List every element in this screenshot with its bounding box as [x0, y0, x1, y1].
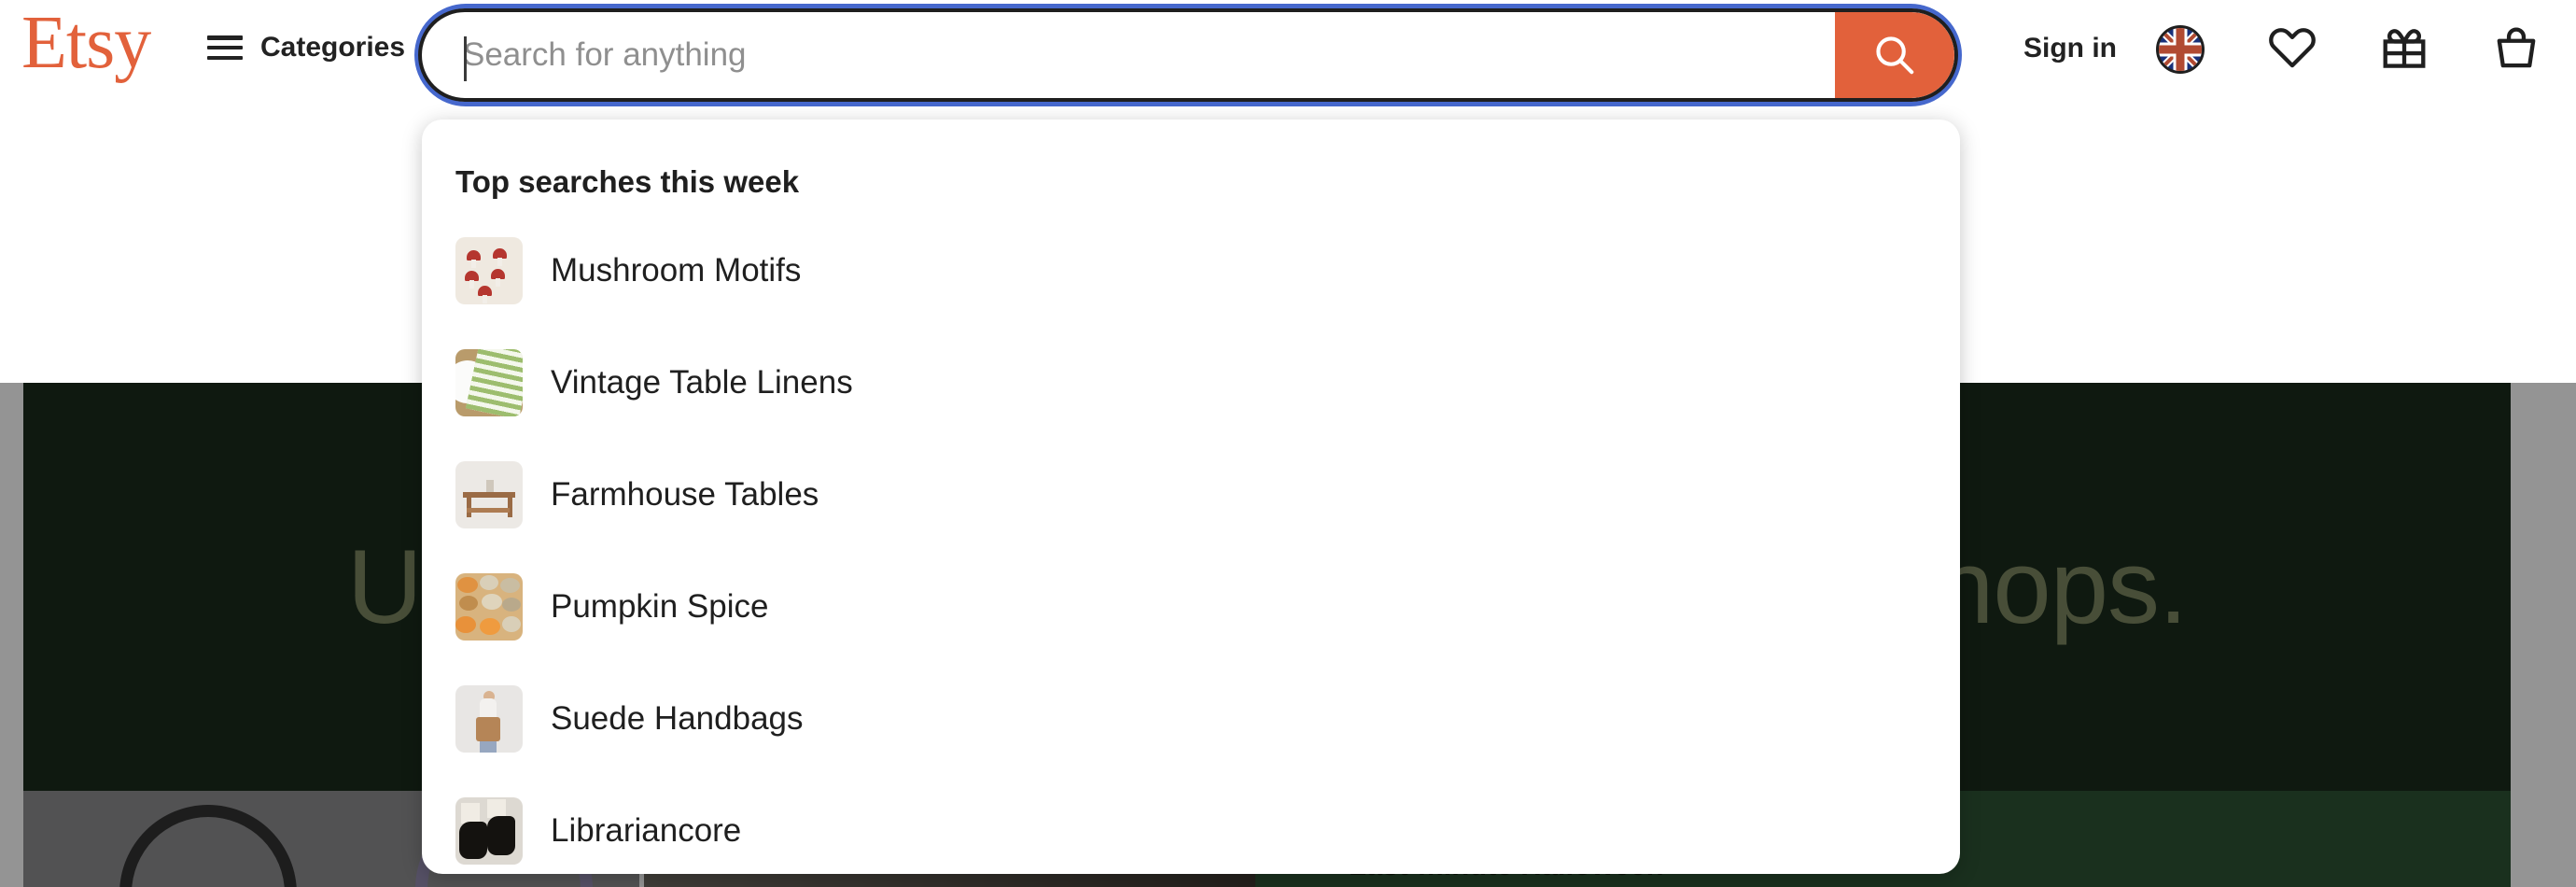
page-root: Up to 60% off! Shop independent shops. G…: [0, 0, 2576, 887]
uk-flag-icon: [2156, 25, 2205, 74]
header-icon-group: [2151, 21, 2545, 78]
suggestion-item-vintage-table-linens[interactable]: Vintage Table Linens: [422, 327, 1960, 439]
mushroom-pillow-thumbnail: [455, 237, 523, 304]
text-cursor: [464, 36, 467, 81]
hamburger-menu-icon: [207, 35, 243, 60]
black-loafers-thumbnail: [455, 797, 523, 865]
search-bar[interactable]: [414, 4, 1962, 106]
categories-label: Categories: [260, 32, 406, 63]
gingham-napkin-thumbnail: [455, 349, 523, 416]
region-selector-button[interactable]: [2151, 21, 2209, 78]
top-searches-list: Mushroom Motifs Vintage Table Linens Far…: [422, 215, 1960, 874]
suggestion-label: Suede Handbags: [551, 700, 804, 737]
suede-tote-bag-thumbnail: [455, 685, 523, 753]
search-input[interactable]: [422, 12, 1835, 98]
dropdown-title: Top searches this week: [455, 164, 800, 199]
wooden-farm-table-thumbnail: [455, 461, 523, 528]
suggestion-label: Librariancore: [551, 812, 742, 849]
heart-icon: [2266, 21, 2318, 78]
etsy-logo[interactable]: Etsy: [21, 6, 151, 80]
pumpkins-thumbnail: [455, 573, 523, 641]
shopping-basket-icon: [2490, 21, 2542, 78]
suggestion-label: Pumpkin Spice: [551, 588, 769, 625]
suggestion-label: Mushroom Motifs: [551, 252, 802, 289]
favorites-button[interactable]: [2263, 21, 2321, 78]
suggestion-item-librariancore[interactable]: Librariancore: [422, 775, 1960, 874]
suggestion-item-farmhouse-tables[interactable]: Farmhouse Tables: [422, 439, 1960, 551]
suggestion-item-suede-handbags[interactable]: Suede Handbags: [422, 663, 1960, 775]
suggestion-label: Vintage Table Linens: [551, 364, 853, 401]
gifts-button[interactable]: [2375, 21, 2433, 78]
categories-button[interactable]: Categories: [207, 32, 405, 63]
gift-icon: [2378, 21, 2430, 78]
suggestion-item-mushroom-motifs[interactable]: Mushroom Motifs: [422, 215, 1960, 327]
sign-in-link[interactable]: Sign in: [2023, 33, 2117, 64]
cart-button[interactable]: [2487, 21, 2545, 78]
search-suggestions-dropdown: Top searches this week Mushroom Motifs V…: [422, 120, 1960, 874]
search-icon: [1870, 31, 1919, 79]
suggestion-item-pumpkin-spice[interactable]: Pumpkin Spice: [422, 551, 1960, 663]
search-button[interactable]: [1835, 12, 1954, 98]
suggestion-label: Farmhouse Tables: [551, 476, 819, 513]
